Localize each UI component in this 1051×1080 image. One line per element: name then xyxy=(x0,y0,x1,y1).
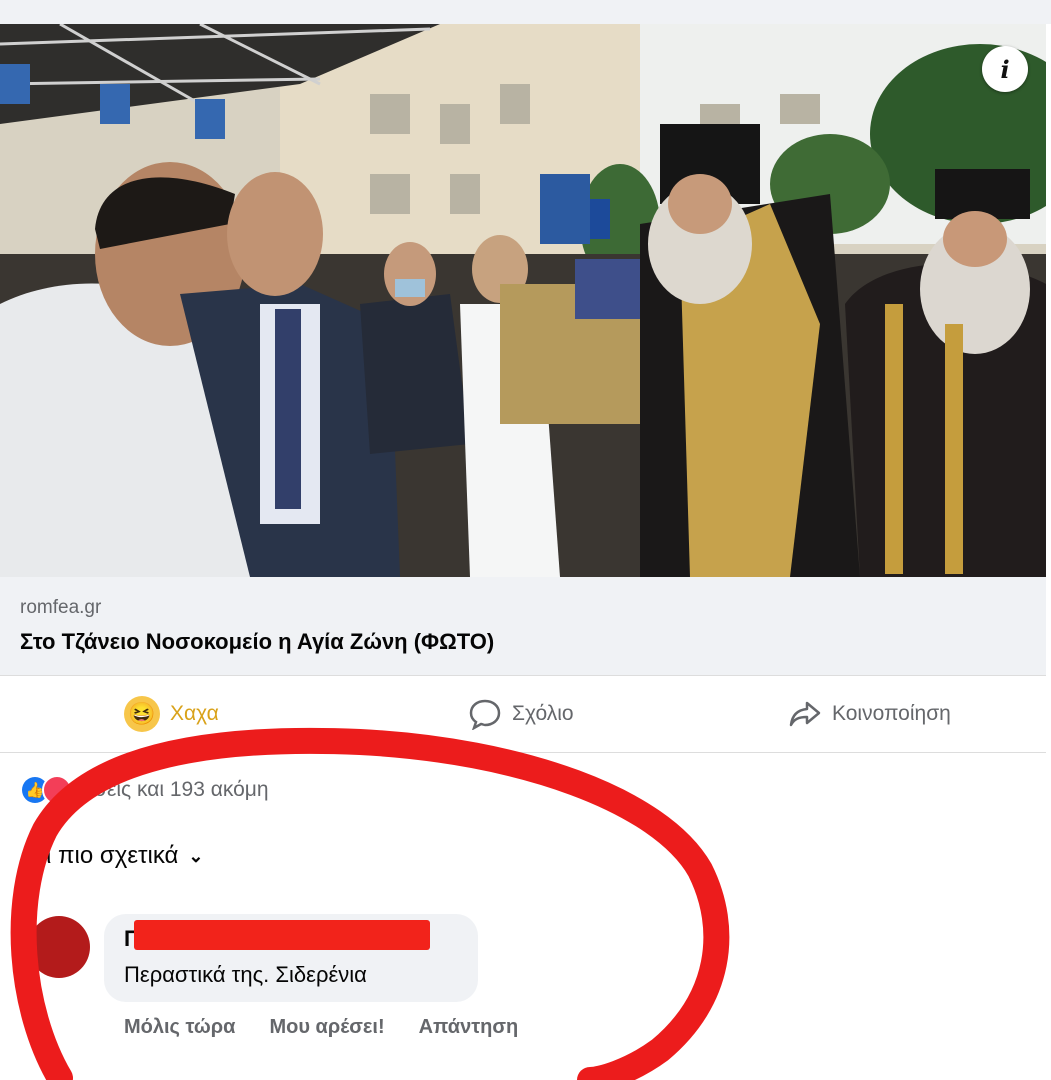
link-title[interactable]: Στο Τζάνειο Νοσοκομείο η Αγία Ζώνη (ΦΩΤΟ… xyxy=(20,629,494,655)
haha-reaction-button[interactable]: 😆 Χαχα xyxy=(124,696,219,732)
share-button[interactable]: Κοινοποίηση xyxy=(788,696,951,732)
comment-time[interactable]: Μόλις τώρα xyxy=(124,1016,235,1039)
post-photo[interactable]: i xyxy=(0,24,1046,577)
haha-label: Χαχα xyxy=(170,702,219,725)
photo-illustration xyxy=(0,24,1046,577)
comment-button[interactable]: Σχόλιο xyxy=(468,696,574,732)
comment-bubble: Π Περαστικά της. Σιδερένια xyxy=(104,914,478,1002)
chevron-down-icon: ⌄ xyxy=(188,845,204,866)
haha-emoji-icon: 😆 xyxy=(124,696,160,732)
comment-sort-label: ι πιο σχετικά xyxy=(46,842,179,869)
link-preview[interactable]: romfea.gr Στο Τζάνειο Νοσοκομείο η Αγία … xyxy=(0,577,1046,676)
love-icon xyxy=(42,775,72,805)
comment-icon xyxy=(469,699,501,730)
comment-like-button[interactable]: Μου αρέσει! xyxy=(269,1016,384,1039)
comment-meta: Μόλις τώρα Μου αρέσει! Απάντηση xyxy=(124,1016,518,1039)
comment-label: Σχόλιο xyxy=(512,702,574,725)
reactions-summary[interactable]: 👍 Εσείς και 193 ακόμη xyxy=(22,775,269,805)
post-actions-bar: 😆 Χαχα Σχόλιο Κοινοποίηση xyxy=(0,676,1046,753)
comment-reply-button[interactable]: Απάντηση xyxy=(419,1016,519,1039)
top-strip xyxy=(0,0,1051,24)
share-label: Κοινοποίηση xyxy=(832,702,951,725)
info-icon[interactable]: i xyxy=(982,46,1028,92)
reactions-text: Εσείς και 193 ακόμη xyxy=(80,778,269,801)
redaction-bar xyxy=(134,920,430,950)
avatar[interactable] xyxy=(28,916,90,978)
comment-text: Περαστικά της. Σιδερένια xyxy=(124,962,367,987)
comment-sort-dropdown[interactable]: ι πιο σχετικά ⌄ xyxy=(46,842,204,870)
link-domain: romfea.gr xyxy=(20,597,102,618)
share-icon xyxy=(789,701,821,727)
